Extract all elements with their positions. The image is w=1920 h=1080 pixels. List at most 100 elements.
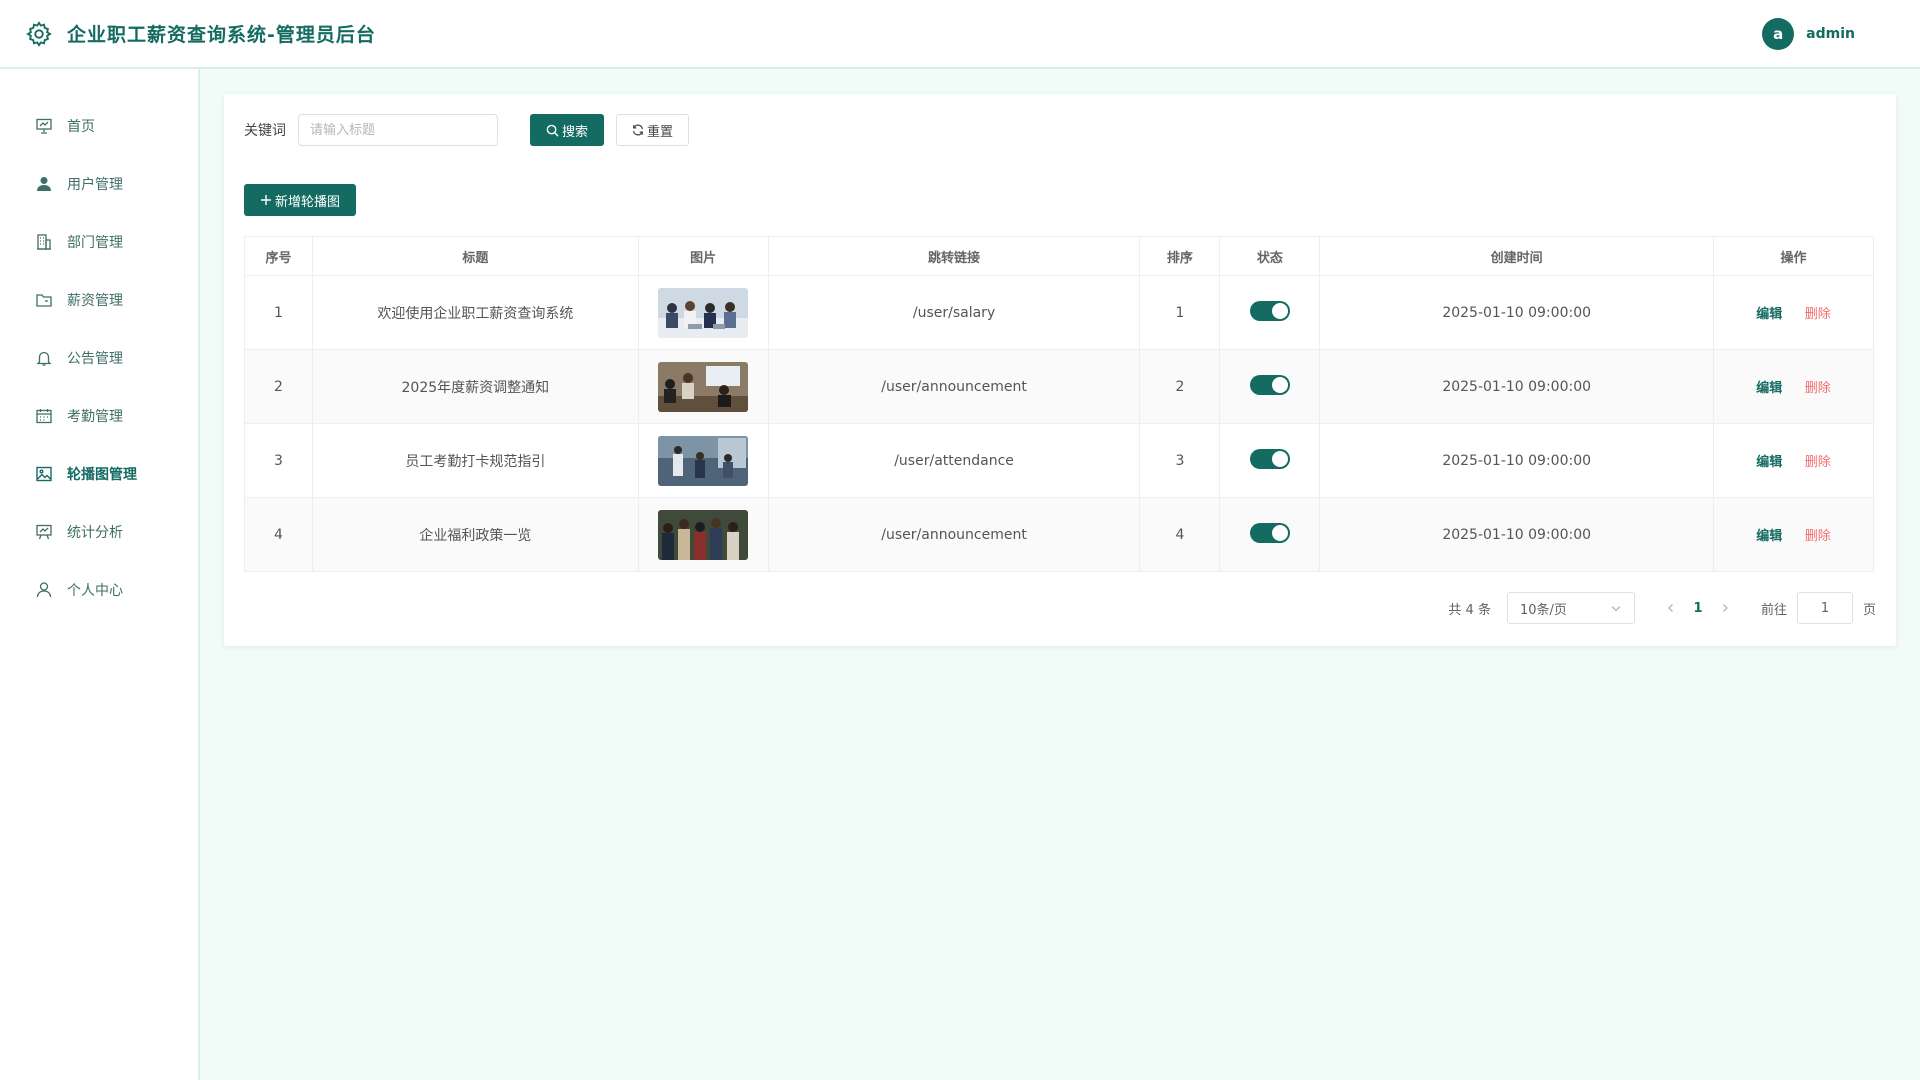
carousel-table: 序号 标题 图片 跳转链接 排序 状态 创建时间 操作 1 欢迎使用企业职工薪资…	[244, 236, 1874, 572]
chevron-right-icon	[1723, 604, 1728, 612]
person-outline-icon	[35, 581, 53, 599]
goto-page-input[interactable]	[1796, 592, 1853, 624]
main-panel: 关键词 搜索 重置 新增轮播图 序号 标题 图片 跳转链接 排序 状态	[224, 94, 1896, 646]
column-header: 操作	[1713, 236, 1874, 276]
cell-created: 2025-01-10 09:00:00	[1319, 497, 1715, 572]
sidebar-item-salary[interactable]: 薪资管理	[0, 271, 198, 329]
prev-page-button[interactable]	[1659, 603, 1683, 613]
cell-status	[1219, 497, 1321, 572]
keyword-label: 关键词	[244, 123, 286, 139]
next-page-button[interactable]	[1713, 603, 1737, 613]
carousel-thumbnail[interactable]	[658, 361, 749, 412]
add-carousel-button[interactable]: 新增轮播图	[244, 184, 357, 216]
sidebar-item-label: 部门管理	[67, 235, 123, 251]
column-header: 创建时间	[1319, 236, 1715, 276]
user-menu[interactable]: a admin	[1762, 17, 1855, 50]
cell-sort: 3	[1139, 423, 1221, 498]
cell-created: 2025-01-10 09:00:00	[1319, 423, 1715, 498]
edit-link[interactable]: 编辑	[1756, 529, 1782, 544]
add-button-label: 新增轮播图	[275, 194, 341, 210]
sidebar-item-users[interactable]: 用户管理	[0, 155, 198, 213]
search-button[interactable]: 搜索	[530, 114, 605, 146]
total-count: 共 4 条	[1448, 602, 1491, 618]
username[interactable]: admin	[1806, 26, 1855, 42]
cell-image	[637, 497, 769, 572]
status-toggle[interactable]	[1249, 448, 1290, 469]
cell-status	[1219, 349, 1321, 424]
cell-image	[637, 349, 769, 424]
chart-board-icon	[35, 523, 53, 541]
sidebar-item-attendance[interactable]: 考勤管理	[0, 387, 198, 445]
reset-button-label: 重置	[647, 124, 674, 140]
column-header: 状态	[1219, 236, 1321, 276]
edit-link[interactable]: 编辑	[1756, 381, 1782, 396]
toggle-knob	[1271, 376, 1288, 393]
bell-icon	[35, 349, 53, 367]
delete-link[interactable]: 删除	[1805, 529, 1831, 544]
cell-link: /user/attendance	[767, 423, 1141, 498]
calendar-icon	[35, 407, 53, 425]
cell-actions: 编辑 删除	[1713, 349, 1874, 424]
sidebar-item-carousel[interactable]: 轮播图管理	[0, 445, 198, 503]
page-size-select[interactable]: 10条/页	[1506, 592, 1635, 624]
reset-button[interactable]: 重置	[616, 114, 690, 146]
page-size-value: 10条/页	[1519, 602, 1567, 618]
sidebar: 首页 用户管理 部门管理 薪资管理 公告管理 考勤管理 轮播图管理 统计分析 个…	[0, 69, 200, 1080]
sidebar-item-announcements[interactable]: 公告管理	[0, 329, 198, 387]
column-header: 排序	[1139, 236, 1221, 276]
sidebar-item-label: 个人中心	[67, 583, 123, 599]
sidebar-item-profile[interactable]: 个人中心	[0, 561, 198, 619]
sidebar-item-statistics[interactable]: 统计分析	[0, 503, 198, 561]
cell-actions: 编辑 删除	[1713, 497, 1874, 572]
cell-index: 2	[244, 349, 313, 424]
delete-link[interactable]: 删除	[1805, 307, 1831, 322]
column-header: 跳转链接	[767, 236, 1141, 276]
edit-link[interactable]: 编辑	[1756, 307, 1782, 322]
folder-icon	[35, 291, 53, 309]
sidebar-item-home[interactable]: 首页	[0, 97, 198, 155]
table-row: 1 欢迎使用企业职工薪资查询系统 /user/salary 1 2025-01-…	[244, 275, 1874, 350]
edit-link[interactable]: 编辑	[1756, 455, 1782, 470]
pagination: 共 4 条 10条/页 1 前往 页	[244, 592, 1876, 624]
table-row: 3 员工考勤打卡规范指引 /user/attendance 3 2025-01-…	[244, 423, 1874, 498]
delete-link[interactable]: 删除	[1805, 381, 1831, 396]
toggle-knob	[1271, 450, 1288, 467]
sidebar-item-label: 用户管理	[67, 177, 123, 193]
toggle-knob	[1271, 302, 1288, 319]
cell-actions: 编辑 删除	[1713, 423, 1874, 498]
cell-created: 2025-01-10 09:00:00	[1319, 349, 1715, 424]
cell-index: 1	[244, 275, 313, 350]
search-icon	[546, 124, 559, 137]
chevron-left-icon	[1668, 604, 1673, 612]
page-number-current[interactable]: 1	[1683, 601, 1713, 616]
cell-sort: 4	[1139, 497, 1221, 572]
sidebar-item-departments[interactable]: 部门管理	[0, 213, 198, 271]
delete-link[interactable]: 删除	[1805, 455, 1831, 470]
sidebar-item-label: 轮播图管理	[67, 467, 137, 483]
status-toggle[interactable]	[1249, 522, 1290, 543]
carousel-thumbnail[interactable]	[658, 435, 749, 486]
carousel-thumbnail[interactable]	[658, 287, 749, 338]
keyword-input[interactable]	[298, 114, 498, 146]
search-bar: 关键词 搜索 重置	[244, 114, 1876, 146]
gear-icon[interactable]	[25, 20, 53, 48]
column-header: 序号	[244, 236, 313, 276]
user-icon	[35, 175, 53, 193]
sidebar-item-label: 首页	[67, 119, 95, 135]
sidebar-item-label: 薪资管理	[67, 293, 123, 309]
sidebar-item-label: 公告管理	[67, 351, 123, 367]
carousel-thumbnail[interactable]	[658, 509, 749, 560]
table-row: 4 企业福利政策一览 /user/announcement 4 2025-01-…	[244, 497, 1874, 572]
sidebar-item-label: 统计分析	[67, 525, 123, 541]
cell-title: 2025年度薪资调整通知	[311, 349, 639, 424]
table-header-row: 序号 标题 图片 跳转链接 排序 状态 创建时间 操作	[244, 236, 1874, 276]
chevron-down-icon	[1611, 606, 1621, 612]
cell-title: 欢迎使用企业职工薪资查询系统	[311, 275, 639, 350]
column-header: 图片	[637, 236, 769, 276]
status-toggle[interactable]	[1249, 374, 1290, 395]
picture-icon	[35, 465, 53, 483]
avatar[interactable]: a	[1762, 17, 1795, 50]
cell-link: /user/announcement	[767, 349, 1141, 424]
status-toggle[interactable]	[1249, 300, 1290, 321]
cell-created: 2025-01-10 09:00:00	[1319, 275, 1715, 350]
